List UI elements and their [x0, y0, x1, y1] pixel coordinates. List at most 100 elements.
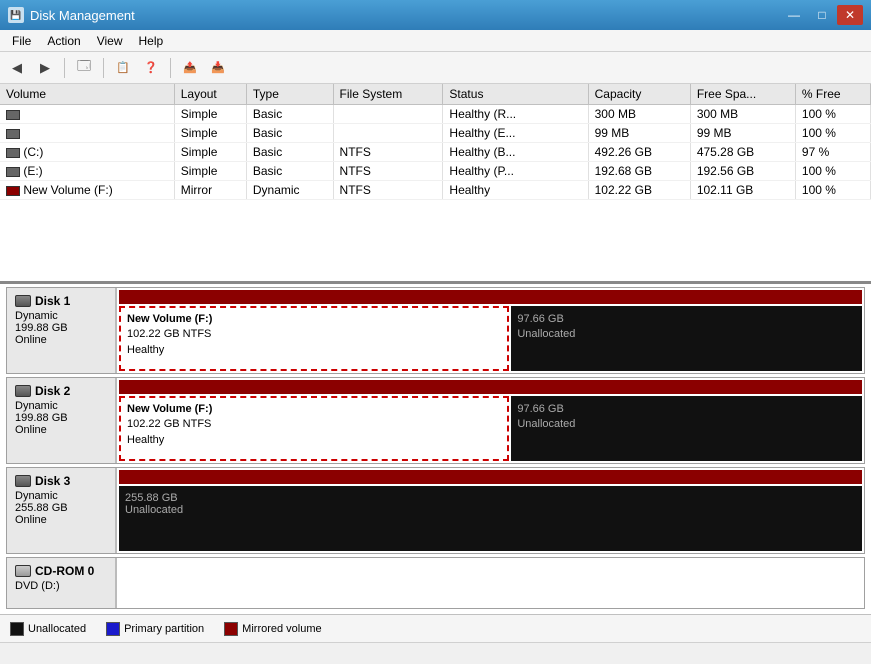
cdrom-id: CD-ROM 0	[35, 564, 94, 578]
disk-map-section: Disk 1 Dynamic 199.88 GB Online New Volu…	[0, 284, 871, 614]
cell-type: Basic	[246, 162, 333, 181]
legend: Unallocated Primary partition Mirrored v…	[0, 614, 871, 642]
minimize-button[interactable]: —	[781, 5, 807, 25]
legend-primary-label: Primary partition	[124, 623, 204, 635]
cell-free: 475.28 GB	[690, 143, 795, 162]
col-volume[interactable]: Volume	[0, 84, 174, 105]
disk-1-unallocated[interactable]: 97.66 GB Unallocated	[511, 306, 862, 371]
cell-fs: NTFS	[333, 181, 443, 200]
legend-primary: Primary partition	[106, 622, 204, 636]
cell-free: 300 MB	[690, 105, 795, 124]
volume-icon	[6, 129, 20, 139]
cell-fs	[333, 124, 443, 143]
disk-3-size: 255.88 GB	[15, 502, 107, 514]
export-button[interactable]: 📤	[177, 56, 203, 80]
disk-1-entry: Disk 1 Dynamic 199.88 GB Online New Volu…	[6, 287, 865, 374]
app-icon: 💾	[8, 7, 24, 23]
disk-2-mirrored-partition[interactable]: New Volume (F:) 102.22 GB NTFS Healthy	[119, 396, 509, 461]
col-type[interactable]: Type	[246, 84, 333, 105]
cell-free: 99 MB	[690, 124, 795, 143]
volume-icon	[6, 110, 20, 120]
disk-1-partitions: New Volume (F:) 102.22 GB NTFS Healthy 9…	[117, 288, 864, 373]
cell-pct: 97 %	[795, 143, 870, 162]
disk-3-partitions: 255.88 GB Unallocated	[117, 468, 864, 553]
disk-3-type: Dynamic	[15, 490, 107, 502]
cdrom-label: CD-ROM 0 DVD (D:)	[7, 558, 117, 608]
legend-unalloc-label: Unallocated	[28, 623, 86, 635]
col-capacity[interactable]: Capacity	[588, 84, 690, 105]
disk-hd-icon	[15, 385, 31, 397]
col-freespace[interactable]: Free Spa...	[690, 84, 795, 105]
maximize-button[interactable]: □	[809, 5, 835, 25]
disk-1-mirrored-partition[interactable]: New Volume (F:) 102.22 GB NTFS Healthy	[119, 306, 509, 371]
disk-1-un-label: Unallocated	[517, 327, 856, 342]
disk-2-label: Disk 2 Dynamic 199.88 GB Online	[7, 378, 117, 463]
disk-hd-icon	[15, 295, 31, 307]
menu-help[interactable]: Help	[131, 32, 172, 50]
close-button[interactable]: ✕	[837, 5, 863, 25]
table-row[interactable]: Simple Basic Healthy (E... 99 MB 99 MB 1…	[0, 124, 871, 143]
disk-1-status: Online	[15, 334, 107, 346]
volume-table: Volume Layout Type File System Status Ca…	[0, 84, 871, 200]
disk-map-content[interactable]: Disk 1 Dynamic 199.88 GB Online New Volu…	[0, 284, 871, 614]
col-pctfree[interactable]: % Free	[795, 84, 870, 105]
cell-capacity: 192.68 GB	[588, 162, 690, 181]
disk-1-parts-row: New Volume (F:) 102.22 GB NTFS Healthy 9…	[119, 306, 862, 371]
volume-icon	[6, 186, 20, 196]
disk-1-id: Disk 1	[35, 294, 70, 308]
disk-2-header-stripe	[119, 380, 862, 394]
title-bar: 💾 Disk Management — □ ✕	[0, 0, 871, 30]
cell-type: Basic	[246, 124, 333, 143]
disk-2-id: Disk 2	[35, 384, 70, 398]
cell-layout: Simple	[174, 143, 246, 162]
disk-2-unallocated[interactable]: 97.66 GB Unallocated	[511, 396, 862, 461]
cell-capacity: 102.22 GB	[588, 181, 690, 200]
disk-1-label: Disk 1 Dynamic 199.88 GB Online	[7, 288, 117, 373]
legend-primary-box	[106, 622, 120, 636]
cell-capacity: 300 MB	[588, 105, 690, 124]
status-bar	[0, 642, 871, 664]
disk-3-unallocated[interactable]: 255.88 GB Unallocated	[119, 486, 862, 551]
forward-button[interactable]: ▶	[32, 56, 58, 80]
disk-3-header-stripe	[119, 470, 862, 484]
table-row[interactable]: New Volume (F:) Mirror Dynamic NTFS Heal…	[0, 181, 871, 200]
disk-2-un-size: 97.66 GB	[517, 402, 856, 417]
disk-3-un-label: Unallocated	[125, 504, 856, 516]
cell-type: Dynamic	[246, 181, 333, 200]
properties-button[interactable]: 📋	[110, 56, 136, 80]
back-button[interactable]: ◀	[4, 56, 30, 80]
main-container: Volume Layout Type File System Status Ca…	[0, 84, 871, 664]
menu-view[interactable]: View	[89, 32, 131, 50]
disk-2-type: Dynamic	[15, 400, 107, 412]
disk-1-size: 199.88 GB	[15, 322, 107, 334]
help-button[interactable]: ❓	[138, 56, 164, 80]
disk-3-un-size: 255.88 GB	[125, 492, 856, 504]
col-layout[interactable]: Layout	[174, 84, 246, 105]
volume-icon	[6, 148, 20, 158]
disk-1-mir-label: New Volume (F:)	[127, 312, 501, 327]
cell-volume: (E:)	[0, 162, 174, 181]
disk-2-un-label: Unallocated	[517, 417, 856, 432]
disk-2-status: Online	[15, 424, 107, 436]
cell-status: Healthy (B...	[443, 143, 588, 162]
menu-bar: File Action View Help	[0, 30, 871, 52]
window-controls[interactable]: — □ ✕	[781, 5, 863, 25]
import-button[interactable]: 📥	[205, 56, 231, 80]
col-filesystem[interactable]: File System	[333, 84, 443, 105]
cell-status: Healthy (P...	[443, 162, 588, 181]
disk-2-parts-row: New Volume (F:) 102.22 GB NTFS Healthy 9…	[119, 396, 862, 461]
cdrom-icon	[15, 565, 31, 577]
table-row[interactable]: Simple Basic Healthy (R... 300 MB 300 MB…	[0, 105, 871, 124]
col-status[interactable]: Status	[443, 84, 588, 105]
cell-layout: Simple	[174, 105, 246, 124]
menu-action[interactable]: Action	[39, 32, 88, 50]
cell-pct: 100 %	[795, 124, 870, 143]
cell-pct: 100 %	[795, 105, 870, 124]
cdrom-type: DVD (D:)	[15, 580, 107, 592]
disk-3-status: Online	[15, 514, 107, 526]
table-row[interactable]: (C:) Simple Basic NTFS Healthy (B... 492…	[0, 143, 871, 162]
up-button[interactable]: 🗔	[71, 56, 97, 80]
table-row[interactable]: (E:) Simple Basic NTFS Healthy (P... 192…	[0, 162, 871, 181]
menu-file[interactable]: File	[4, 32, 39, 50]
disk-2-partitions: New Volume (F:) 102.22 GB NTFS Healthy 9…	[117, 378, 864, 463]
